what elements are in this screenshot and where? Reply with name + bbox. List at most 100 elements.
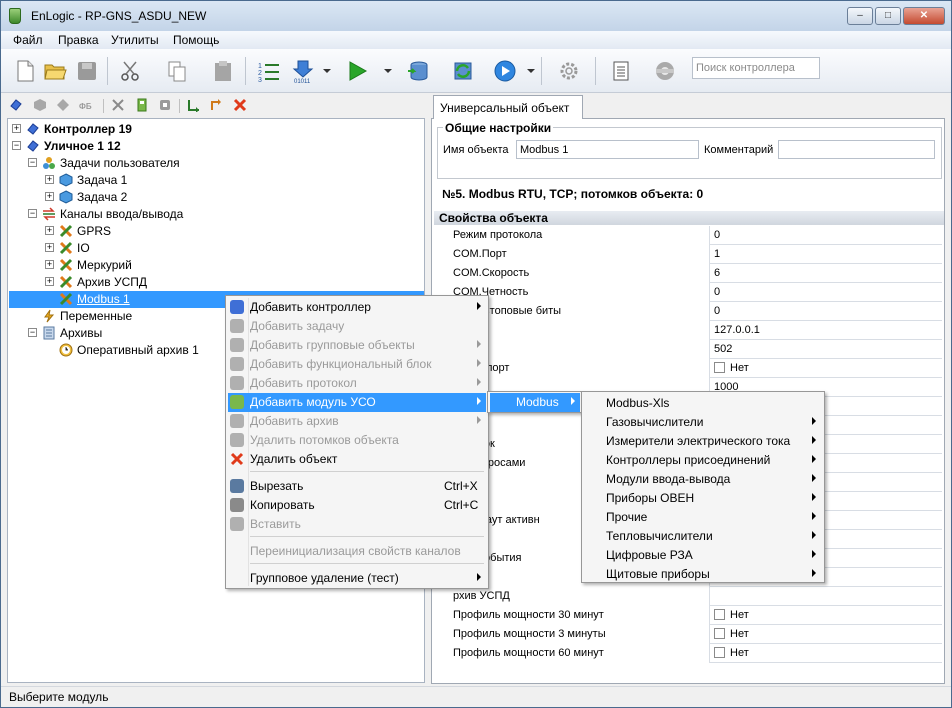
open-folder-icon[interactable] — [43, 59, 67, 83]
device-menu-item[interactable]: Щитовые приборы — [584, 565, 822, 584]
context-menu-item[interactable]: Добавить протокол — [228, 374, 486, 393]
device-menu-item[interactable]: Тепловычислители — [584, 527, 822, 546]
property-row[interactable]: рхив УСПД — [448, 587, 942, 606]
property-value[interactable]: Нет — [711, 625, 752, 644]
property-row[interactable]: COM.Порт 1 — [448, 245, 942, 264]
move-up-icon[interactable] — [209, 98, 223, 112]
checkbox-icon[interactable] — [714, 647, 725, 658]
context-menu-item[interactable]: Групповое удаление (тест) — [228, 569, 486, 588]
new-file-icon[interactable] — [13, 59, 37, 83]
maximize-button[interactable]: □ — [875, 7, 901, 25]
device-menu-item[interactable]: Измерители электрического тока — [584, 432, 822, 451]
download-dropdown-icon[interactable] — [323, 69, 331, 73]
property-value[interactable]: 0 — [711, 302, 723, 321]
property-row[interactable]: Профиль мощности 30 минут Нет — [448, 606, 942, 625]
property-row[interactable]: адрес127.0.0.1 — [448, 321, 942, 340]
property-value[interactable]: 0 — [711, 226, 723, 245]
context-menu-item[interactable]: Добавить модуль УСО — [228, 393, 486, 412]
property-row[interactable]: COM.Стоповые биты 0 — [448, 302, 942, 321]
context-menu-item[interactable]: Добавить контроллер — [228, 298, 486, 317]
property-value[interactable]: 1 — [711, 245, 723, 264]
property-value[interactable]: Нет — [711, 359, 752, 378]
property-row[interactable]: ждать портНет — [448, 359, 942, 378]
menu-utilities[interactable]: Утилиты — [111, 33, 159, 47]
context-menu-item[interactable]: Удалить объект — [228, 450, 486, 469]
property-value[interactable]: 127.0.0.1 — [711, 321, 763, 340]
property-row[interactable]: COM.Скорость 6 — [448, 264, 942, 283]
context-menu-item[interactable]: Копировать Ctrl+C — [228, 496, 486, 515]
save-icon[interactable] — [75, 59, 99, 83]
device-menu-item[interactable]: Контроллеры присоединений — [584, 451, 822, 470]
search-controller-input[interactable]: Поиск контроллера — [692, 57, 820, 79]
add-protocol-icon[interactable] — [111, 98, 125, 112]
play-circle-icon[interactable] — [493, 59, 517, 83]
minimize-button[interactable]: – — [847, 7, 873, 25]
add-module-icon[interactable] — [135, 98, 149, 112]
expand-icon[interactable]: + — [45, 260, 54, 269]
property-value[interactable]: 0 — [711, 283, 723, 302]
collapse-icon[interactable]: − — [28, 328, 37, 337]
collapse-icon[interactable]: − — [28, 158, 37, 167]
copy-icon[interactable] — [165, 59, 189, 83]
delete-icon[interactable] — [233, 98, 247, 112]
add-archive-icon[interactable] — [158, 98, 172, 112]
add-controller-icon[interactable] — [9, 98, 23, 112]
context-menu-item[interactable]: Добавить архив — [228, 412, 486, 431]
collapse-icon[interactable]: − — [28, 209, 37, 218]
comment-input[interactable] — [778, 140, 935, 159]
property-value[interactable]: 6 — [711, 264, 723, 283]
menu-item-modbus[interactable]: Modbus — [490, 393, 580, 412]
numbered-list-icon[interactable]: 123 — [257, 59, 281, 83]
expand-icon[interactable]: + — [45, 243, 54, 252]
title-bar[interactable]: EnLogic - RP-GNS_ASDU_NEW – □ ✕ — [1, 1, 951, 31]
property-row[interactable]: COM.Четность 0 — [448, 283, 942, 302]
add-function-block-icon[interactable]: ФБ — [79, 98, 97, 112]
property-row[interactable]: Профиль мощности 3 минуты Нет — [448, 625, 942, 644]
move-down-icon[interactable] — [187, 98, 201, 112]
device-menu-item[interactable]: Приборы ОВЕН — [584, 489, 822, 508]
context-menu-item[interactable]: Добавить функциональный блок — [228, 355, 486, 374]
checkbox-icon[interactable] — [714, 609, 725, 620]
device-menu-item[interactable]: Modbus-Xls — [584, 394, 822, 413]
context-menu-item[interactable]: Добавить задачу — [228, 317, 486, 336]
context-menu-item[interactable]: Переинициализация свойств каналов — [228, 542, 486, 561]
checkbox-icon[interactable] — [714, 628, 725, 639]
property-value[interactable]: 502 — [711, 340, 735, 359]
context-menu-item[interactable]: Удалить потомков объекта — [228, 431, 486, 450]
context-menu-item[interactable]: Вырезать Ctrl+X — [228, 477, 486, 496]
property-row[interactable]: рт502 — [448, 340, 942, 359]
add-group-icon[interactable] — [56, 98, 70, 112]
tab-universal-object[interactable]: Универсальный объект — [433, 95, 583, 119]
run-dropdown-icon[interactable] — [384, 69, 392, 73]
cut-icon[interactable] — [119, 59, 143, 83]
property-value[interactable]: Нет — [711, 644, 752, 663]
expand-icon[interactable]: + — [45, 192, 54, 201]
object-name-input[interactable]: Modbus 1 — [516, 140, 699, 159]
context-menu-item[interactable]: Вставить — [228, 515, 486, 534]
property-row[interactable]: Режим протокола 0 — [448, 226, 942, 245]
collapse-icon[interactable]: − — [12, 141, 21, 150]
lifebuoy-icon[interactable] — [653, 59, 677, 83]
run-icon[interactable] — [345, 59, 369, 83]
expand-icon[interactable]: + — [12, 124, 21, 133]
expand-icon[interactable]: + — [45, 277, 54, 286]
property-value[interactable] — [711, 587, 717, 606]
menu-help[interactable]: Помощь — [173, 33, 219, 47]
sync-icon[interactable] — [451, 59, 475, 83]
device-menu-item[interactable]: Газовычислители — [584, 413, 822, 432]
play-dropdown-icon[interactable] — [527, 69, 535, 73]
gear-icon[interactable] — [557, 59, 581, 83]
download-binary-icon[interactable]: 01011 — [291, 59, 315, 83]
expand-icon[interactable]: + — [45, 226, 54, 235]
device-menu-item[interactable]: Модули ввода-вывода — [584, 470, 822, 489]
device-menu-item[interactable]: Прочие — [584, 508, 822, 527]
checkbox-icon[interactable] — [714, 362, 725, 373]
add-task-icon[interactable] — [33, 98, 47, 112]
close-button[interactable]: ✕ — [903, 7, 945, 25]
property-row[interactable]: Профиль мощности 60 минут Нет — [448, 644, 942, 663]
device-menu-item[interactable]: Цифровые РЗА — [584, 546, 822, 565]
paste-icon[interactable] — [211, 59, 235, 83]
menu-edit[interactable]: Правка — [58, 33, 99, 47]
database-upload-icon[interactable] — [406, 59, 430, 83]
property-value[interactable]: Нет — [711, 606, 752, 625]
